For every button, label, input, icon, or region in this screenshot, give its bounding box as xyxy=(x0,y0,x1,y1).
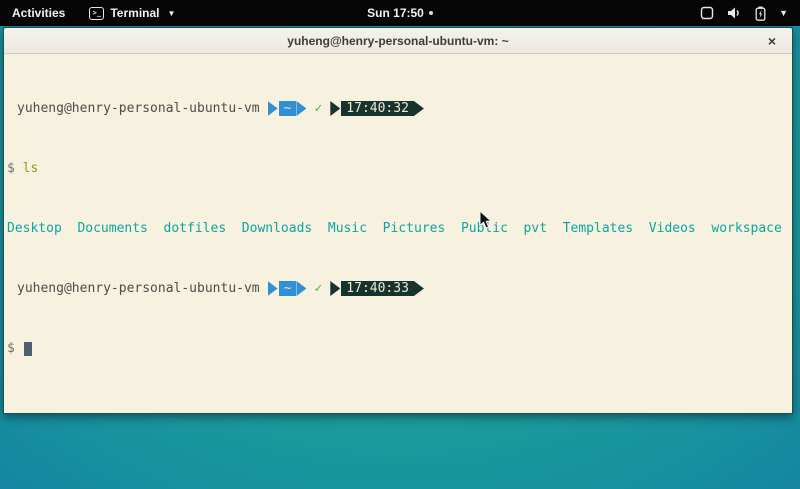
window-title: yuheng@henry-personal-ubuntu-vm: ~ xyxy=(287,34,508,48)
status-check-icon: ✓ xyxy=(312,101,324,116)
app-menu-label: Terminal xyxy=(110,6,159,20)
prompt-line-2: yuheng@henry-personal-ubuntu-vm ~ ✓ 17:4… xyxy=(7,281,792,296)
terminal-window: yuheng@henry-personal-ubuntu-vm: ~ × yuh… xyxy=(3,27,793,414)
terminal-cursor xyxy=(24,342,32,356)
cwd-segment: ~ xyxy=(279,281,297,296)
time-segment: 17:40:33 xyxy=(341,281,414,296)
powerline-arrow-icon xyxy=(268,281,278,296)
status-check-icon: ✓ xyxy=(312,281,324,296)
powerline-arrow-icon xyxy=(268,101,278,116)
prompt-user: yuheng@henry-personal-ubuntu-vm xyxy=(17,101,260,116)
chevron-down-icon: ▼ xyxy=(167,9,175,18)
app-menu-terminal[interactable]: >_ Terminal ▼ xyxy=(79,0,185,26)
prompt-symbol: $ xyxy=(7,341,15,356)
command-line: $ ls xyxy=(7,161,792,176)
system-status-area[interactable]: ▼ xyxy=(688,0,800,26)
powerline-arrow-icon xyxy=(330,281,340,296)
terminal-app-icon: >_ xyxy=(89,7,104,20)
clock-label: Sun 17:50 xyxy=(367,6,424,20)
powerline-point-icon xyxy=(296,101,306,116)
powerline-point-icon xyxy=(414,281,424,296)
prompt-symbol: $ xyxy=(7,161,15,176)
cwd-segment: ~ xyxy=(279,101,297,116)
screen-icon xyxy=(700,6,714,20)
activities-button[interactable]: Activities xyxy=(0,0,79,26)
powerline-point-icon xyxy=(296,281,306,296)
battery-charging-icon xyxy=(755,6,766,21)
input-line[interactable]: $ xyxy=(7,341,792,356)
system-menu-chevron-icon: ▼ xyxy=(779,8,788,18)
volume-icon xyxy=(727,6,742,20)
prompt-user: yuheng@henry-personal-ubuntu-vm xyxy=(17,281,260,296)
clock-button[interactable]: Sun 17:50 xyxy=(367,6,433,20)
typed-command: ls xyxy=(23,161,39,176)
close-button[interactable]: × xyxy=(762,28,782,54)
top-bar: Activities >_ Terminal ▼ Sun 17:50 ▼ xyxy=(0,0,800,26)
terminal-content[interactable]: yuheng@henry-personal-ubuntu-vm ~ ✓ 17:4… xyxy=(4,54,792,413)
window-titlebar[interactable]: yuheng@henry-personal-ubuntu-vm: ~ × xyxy=(4,28,792,54)
powerline-arrow-icon xyxy=(330,101,340,116)
prompt-line-1: yuheng@henry-personal-ubuntu-vm ~ ✓ 17:4… xyxy=(7,101,792,116)
notification-dot-icon xyxy=(429,11,433,15)
powerline-point-icon xyxy=(414,101,424,116)
time-segment: 17:40:32 xyxy=(341,101,414,116)
ls-output: Desktop Documents dotfiles Downloads Mus… xyxy=(7,221,792,236)
